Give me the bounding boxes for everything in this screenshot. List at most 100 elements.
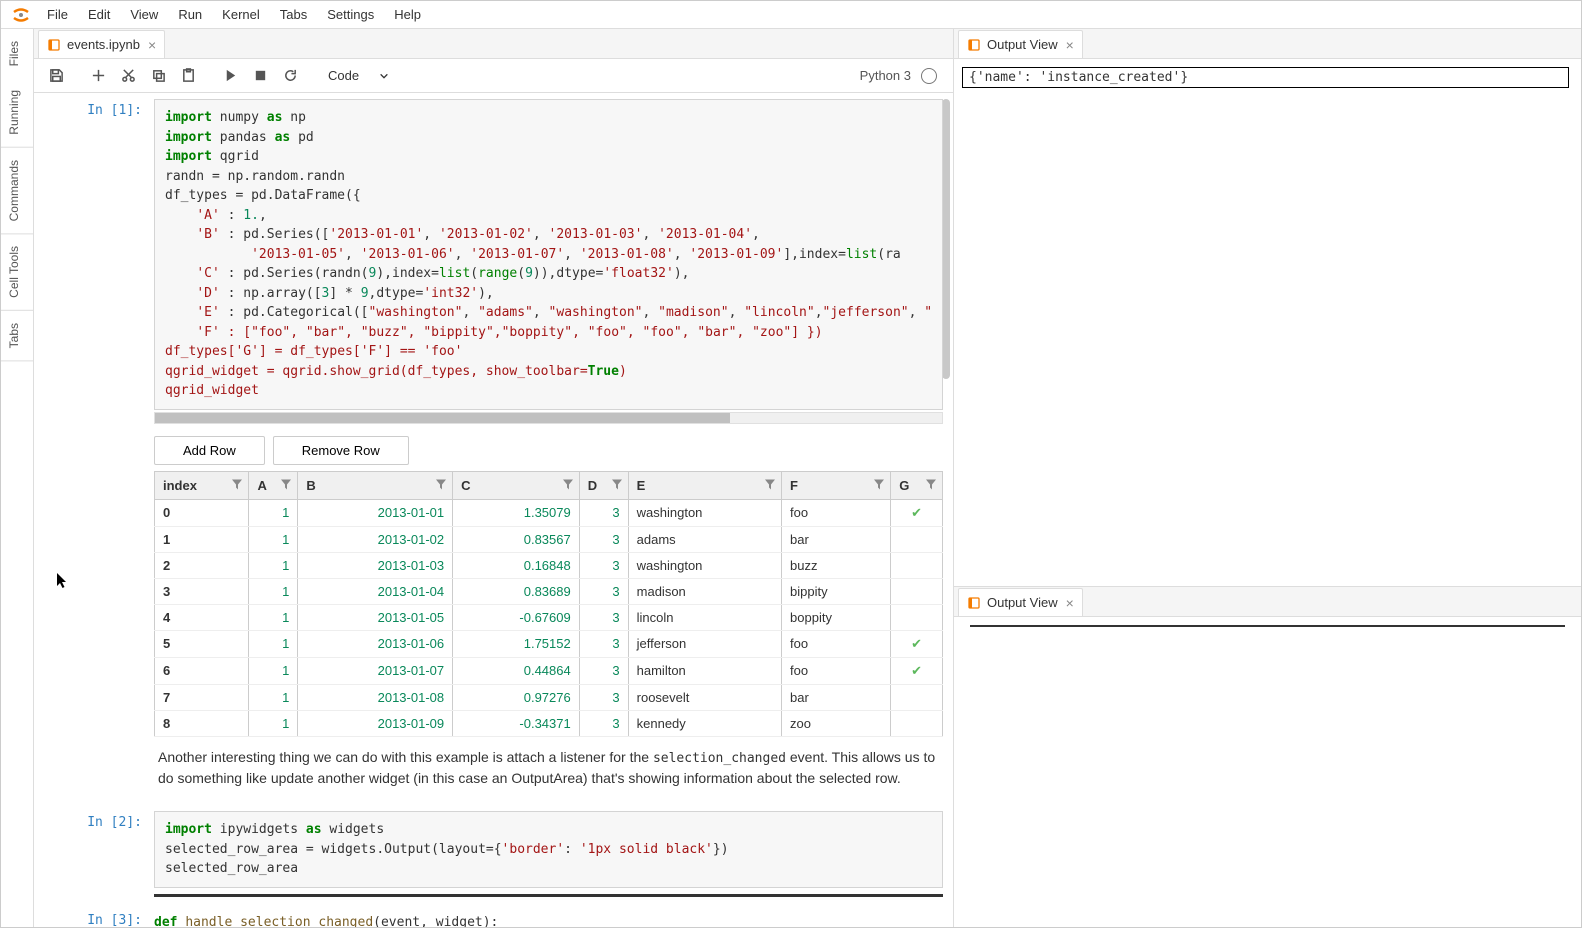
filter-icon[interactable] (926, 478, 936, 493)
cell[interactable]: buzz (782, 552, 891, 578)
column-header-index[interactable]: index (155, 471, 249, 499)
cell[interactable]: 0.83689 (453, 578, 580, 604)
cell[interactable]: 1 (249, 552, 298, 578)
cell[interactable]: madison (628, 578, 781, 604)
cell[interactable] (891, 710, 943, 736)
cell[interactable]: 0.16848 (453, 552, 580, 578)
cell[interactable] (891, 684, 943, 710)
filter-icon[interactable] (281, 478, 291, 493)
table-row[interactable]: 412013-01-05-0.676093lincolnboppity (155, 604, 943, 630)
kernel-name[interactable]: Python 3 (860, 68, 911, 83)
add-cell-button[interactable] (84, 63, 112, 89)
qgrid-table[interactable]: indexABCDEFG 012013-01-011.350793washing… (154, 471, 943, 737)
column-header-e[interactable]: E (628, 471, 781, 499)
cell[interactable]: 2013-01-09 (298, 710, 453, 736)
menu-settings[interactable]: Settings (317, 3, 384, 26)
filter-icon[interactable] (612, 478, 622, 493)
cell[interactable]: boppity (782, 604, 891, 630)
tab-events-ipynb[interactable]: events.ipynb × (38, 30, 165, 58)
cell[interactable]: adams (628, 526, 781, 552)
cell[interactable]: 4 (155, 604, 249, 630)
cell[interactable]: hamilton (628, 657, 781, 684)
code-input[interactable]: import numpy as np import pandas as pd i… (154, 99, 943, 410)
filter-icon[interactable] (232, 478, 242, 493)
cell[interactable]: foo (782, 499, 891, 526)
cell[interactable]: ✔ (891, 630, 943, 657)
menu-run[interactable]: Run (168, 3, 212, 26)
markdown-cell[interactable]: Another interesting thing we can do with… (154, 737, 943, 800)
horizontal-scrollbar[interactable] (154, 412, 943, 424)
rail-running[interactable]: Running (1, 78, 33, 148)
cut-button[interactable] (114, 63, 142, 89)
menu-view[interactable]: View (120, 3, 168, 26)
rail-files[interactable]: Files (1, 29, 33, 78)
cell[interactable] (891, 604, 943, 630)
cell[interactable]: 1 (249, 630, 298, 657)
cell[interactable] (891, 552, 943, 578)
kernel-status-icon[interactable] (921, 68, 937, 84)
save-button[interactable] (42, 63, 70, 89)
cell[interactable]: 3 (579, 630, 628, 657)
cell-type-select[interactable]: Code (318, 63, 399, 89)
menu-kernel[interactable]: Kernel (212, 3, 270, 26)
tab-output-view[interactable]: Output View × (958, 30, 1083, 58)
cell[interactable]: -0.34371 (453, 710, 580, 736)
cell[interactable]: 1.75152 (453, 630, 580, 657)
table-row[interactable]: 612013-01-070.448643hamiltonfoo✔ (155, 657, 943, 684)
cell[interactable]: ✔ (891, 499, 943, 526)
rail-commands[interactable]: Commands (1, 148, 33, 234)
cell[interactable]: 1 (249, 657, 298, 684)
menu-help[interactable]: Help (384, 3, 431, 26)
filter-icon[interactable] (874, 478, 884, 493)
cell[interactable]: 3 (579, 604, 628, 630)
cell[interactable]: 3 (579, 578, 628, 604)
stop-button[interactable] (246, 63, 274, 89)
table-row[interactable]: 812013-01-09-0.343713kennedyzoo (155, 710, 943, 736)
add-row-button[interactable]: Add Row (154, 436, 265, 465)
column-header-g[interactable]: G (891, 471, 943, 499)
column-header-a[interactable]: A (249, 471, 298, 499)
cell[interactable] (891, 578, 943, 604)
code-cell-1[interactable]: In [1]: import numpy as np import pandas… (34, 93, 953, 805)
table-row[interactable]: 212013-01-030.168483washingtonbuzz (155, 552, 943, 578)
rail-tabs[interactable]: Tabs (1, 311, 33, 361)
cell[interactable]: 2013-01-02 (298, 526, 453, 552)
cell[interactable]: ✔ (891, 657, 943, 684)
table-row[interactable]: 512013-01-061.751523jeffersonfoo✔ (155, 630, 943, 657)
cell[interactable]: 7 (155, 684, 249, 710)
column-header-c[interactable]: C (453, 471, 580, 499)
cell[interactable]: 3 (579, 552, 628, 578)
restart-button[interactable] (276, 63, 304, 89)
cell[interactable]: 1 (249, 604, 298, 630)
cell[interactable] (891, 526, 943, 552)
cell[interactable]: lincoln (628, 604, 781, 630)
cell[interactable]: 1 (249, 526, 298, 552)
cell[interactable]: 2013-01-07 (298, 657, 453, 684)
filter-icon[interactable] (436, 478, 446, 493)
cell[interactable]: roosevelt (628, 684, 781, 710)
cell[interactable]: 1 (249, 710, 298, 736)
cell[interactable]: kennedy (628, 710, 781, 736)
cell[interactable]: 3 (579, 657, 628, 684)
cell[interactable]: 0.83567 (453, 526, 580, 552)
cell[interactable]: 0.97276 (453, 684, 580, 710)
cell[interactable]: bar (782, 684, 891, 710)
cell[interactable]: -0.67609 (453, 604, 580, 630)
menu-tabs[interactable]: Tabs (270, 3, 317, 26)
copy-button[interactable] (144, 63, 172, 89)
cell[interactable]: 3 (155, 578, 249, 604)
output-body[interactable] (954, 617, 1581, 927)
close-icon[interactable]: × (1066, 596, 1074, 610)
cell[interactable]: 3 (579, 499, 628, 526)
cell[interactable]: bippity (782, 578, 891, 604)
menu-file[interactable]: File (37, 3, 78, 26)
cell[interactable]: 3 (579, 710, 628, 736)
cell[interactable]: 1.35079 (453, 499, 580, 526)
cell[interactable]: 1 (249, 684, 298, 710)
cell[interactable]: 3 (579, 684, 628, 710)
table-row[interactable]: 312013-01-040.836893madisonbippity (155, 578, 943, 604)
menu-edit[interactable]: Edit (78, 3, 120, 26)
cell[interactable]: foo (782, 630, 891, 657)
cell[interactable]: 1 (249, 578, 298, 604)
cell[interactable]: 2013-01-05 (298, 604, 453, 630)
